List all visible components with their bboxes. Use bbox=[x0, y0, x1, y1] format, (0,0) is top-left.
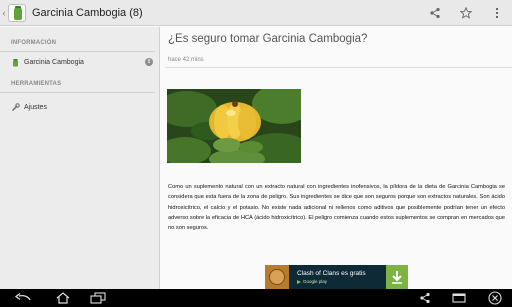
share-button[interactable] bbox=[419, 0, 450, 26]
favorite-button[interactable] bbox=[450, 0, 481, 26]
back-chevron-icon[interactable]: ‹ bbox=[1, 0, 7, 26]
home-icon bbox=[56, 292, 70, 304]
star-icon bbox=[459, 7, 472, 19]
sidebar-item-garcinia[interactable]: Garcinia Cambogia 8 bbox=[0, 52, 159, 72]
article-body: Como un suplemento natural con un extrac… bbox=[168, 184, 505, 232]
navigation-drawer: INFORMACIÓN Garcinia Cambogia 8 HERRAMIE… bbox=[0, 27, 160, 289]
ad-game-thumbnail bbox=[265, 265, 289, 289]
system-navigation-bar bbox=[0, 289, 512, 307]
app-logo-icon bbox=[11, 58, 20, 67]
article-panel[interactable]: ¿Es seguro tomar Garcinia Cambogia? hace… bbox=[161, 27, 512, 289]
nav-window-button[interactable] bbox=[444, 289, 474, 307]
article-title: ¿Es seguro tomar Garcinia Cambogia? bbox=[168, 33, 368, 45]
ad-title: Clash of Clans es gratis bbox=[297, 270, 366, 277]
back-icon bbox=[14, 293, 31, 301]
sidebar-item-label: Ajustes bbox=[24, 103, 47, 111]
ad-store-label: Google play bbox=[297, 279, 366, 284]
divider bbox=[165, 67, 512, 68]
nav-back-button[interactable] bbox=[8, 289, 38, 307]
nav-close-button[interactable] bbox=[480, 289, 510, 307]
article-image bbox=[167, 89, 301, 163]
share-icon bbox=[420, 292, 430, 304]
action-bar-actions bbox=[419, 0, 512, 26]
bottle-shape bbox=[14, 7, 22, 20]
app-logo-icon[interactable] bbox=[8, 3, 26, 22]
sidebar-item-settings[interactable]: Ajustes bbox=[0, 97, 159, 117]
wrench-icon bbox=[11, 102, 20, 112]
article-timestamp: hace 42 mins bbox=[168, 57, 204, 63]
download-button[interactable] bbox=[386, 265, 408, 289]
section-header-tools: HERRAMIENTAS bbox=[0, 76, 155, 93]
overflow-menu-icon bbox=[495, 8, 498, 18]
window-icon bbox=[452, 293, 466, 303]
overflow-menu-button[interactable] bbox=[481, 0, 512, 26]
section-header-info: INFORMACIÓN bbox=[0, 35, 155, 52]
nav-home-button[interactable] bbox=[48, 289, 78, 307]
nav-share-button[interactable] bbox=[410, 289, 440, 307]
ad-banner[interactable]: Clash of Clans es gratis Google play bbox=[265, 265, 408, 289]
close-icon bbox=[488, 291, 502, 305]
unread-count-badge: 8 bbox=[145, 58, 153, 66]
google-play-icon bbox=[297, 279, 301, 284]
recents-icon bbox=[90, 292, 106, 304]
share-icon bbox=[429, 7, 440, 19]
app-title: Garcinia Cambogia (8) bbox=[32, 6, 143, 19]
sidebar-item-label: Garcinia Cambogia bbox=[24, 58, 84, 66]
action-bar: ‹ Garcinia Cambogia (8) bbox=[0, 0, 512, 26]
download-icon bbox=[392, 271, 402, 284]
nav-recents-button[interactable] bbox=[83, 289, 113, 307]
